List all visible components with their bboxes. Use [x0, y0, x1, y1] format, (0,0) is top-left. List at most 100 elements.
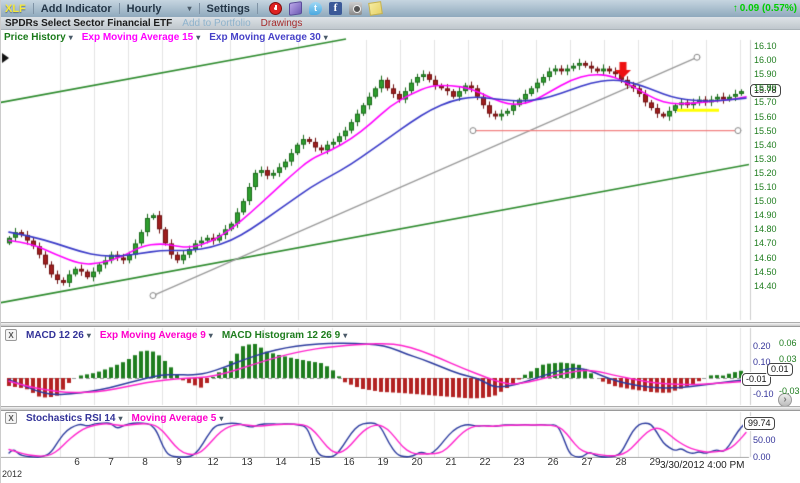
camera-snapshot-icon[interactable] — [349, 2, 362, 15]
price-change-readout: ↑ 0.09 (0.57%) — [733, 3, 797, 14]
add-indicator-button[interactable]: Add Indicator — [41, 3, 112, 15]
stoch-panel-legend: X Stochastics RSI 14 ▾ Moving Average 5 … — [5, 412, 223, 424]
macd-value-badge: -0.01 — [742, 373, 771, 386]
chevron-down-icon: ▾ — [324, 33, 328, 42]
histogram-axis-tick: 0.03 — [779, 354, 797, 364]
macd-axis-tick: 0.20 — [753, 341, 771, 351]
macd-axis-tick: 0.10 — [753, 357, 771, 367]
price-axis-tick: 14.80 — [754, 224, 777, 234]
price-axis-tick: 15.60 — [754, 112, 777, 122]
last-bar-timestamp: 3/30/2012 4:00 PM — [660, 460, 745, 471]
chevron-down-icon: ▾ — [209, 331, 213, 340]
instrument-name: SPDRs Select Sector Financial ETF — [5, 18, 172, 29]
macd-axis-tick: -0.10 — [753, 389, 774, 399]
macd-histogram-label: MACD Histogram 12 26 9 — [222, 330, 340, 341]
price-axis-tick: 14.70 — [754, 238, 777, 248]
cube-3d-icon[interactable] — [289, 1, 302, 16]
price-axis-tick: 14.40 — [754, 281, 777, 291]
top-toolbar: XLF Add Indicator Hourly ▾ Settings t f … — [1, 0, 800, 17]
macd-histogram-dropdown[interactable]: MACD Histogram 12 26 9 ▾ — [222, 330, 347, 341]
price-axis-tick: 15.10 — [754, 182, 777, 192]
price-axis-tick: 15.30 — [754, 154, 777, 164]
price-axis-tick: 14.90 — [754, 210, 777, 220]
facebook-icon[interactable]: f — [329, 2, 342, 15]
macd-label: MACD 12 26 — [26, 330, 84, 341]
chevron-down-icon: ▾ — [196, 33, 200, 42]
twitter-icon[interactable]: t — [309, 2, 322, 15]
date-axis-label: 7 — [98, 457, 124, 468]
date-axis-label: 22 — [472, 457, 498, 468]
price-axis-tick: 14.50 — [754, 267, 777, 277]
price-history-dropdown[interactable]: Price History ▾ — [4, 32, 73, 43]
histogram-axis-tick: -0.03 — [779, 386, 800, 396]
price-axis-tick: 15.50 — [754, 126, 777, 136]
alarm-clock-icon[interactable] — [269, 2, 282, 15]
up-arrow-icon: ↑ — [733, 3, 738, 14]
macd-panel-legend: X MACD 12 26 ▾ Exp Moving Average 9 ▾ MA… — [5, 329, 347, 341]
ema30-label: Exp Moving Average 30 — [209, 32, 321, 43]
date-axis-label: 15 — [302, 457, 328, 468]
chevron-down-icon: ▾ — [87, 331, 91, 340]
histogram-value-badge: 0.01 — [767, 363, 793, 376]
date-axis-label: 12 — [200, 457, 226, 468]
add-to-portfolio-link[interactable]: Add to Portfolio — [182, 18, 250, 29]
macd-close-button[interactable]: X — [5, 329, 17, 341]
date-axis-label: 14 — [268, 457, 294, 468]
stoch-close-button[interactable]: X — [5, 412, 17, 424]
price-axis-tick: 16.00 — [754, 55, 777, 65]
chevron-down-icon: ▾ — [343, 331, 347, 340]
chevron-down-icon: ▾ — [118, 414, 122, 423]
ema15-label: Exp Moving Average 15 — [82, 32, 194, 43]
macd-ema9-dropdown[interactable]: Exp Moving Average 9 ▾ — [100, 330, 213, 341]
date-axis-label: 26 — [540, 457, 566, 468]
chevron-down-icon: ▾ — [188, 4, 192, 13]
chevron-down-icon: ▾ — [219, 414, 223, 423]
date-axis-label: 8 — [132, 457, 158, 468]
chevron-down-icon: ▾ — [69, 33, 73, 42]
ema30-dropdown[interactable]: Exp Moving Average 30 ▾ — [209, 32, 328, 43]
date-axis-label: 13 — [234, 457, 260, 468]
toolbar-separator — [119, 3, 120, 14]
symbol-ticker[interactable]: XLF — [5, 3, 26, 15]
toolbar-separator — [199, 3, 200, 14]
date-axis-label: 21 — [438, 457, 464, 468]
symbol-info-bar: SPDRs Select Sector Financial ETF Add to… — [1, 17, 800, 30]
year-label: 2012 — [2, 469, 22, 479]
stoch-rsi-dropdown[interactable]: Stochastics RSI 14 ▾ — [26, 413, 123, 424]
toolbar-separator — [257, 3, 258, 14]
toolbar-separator — [33, 3, 34, 14]
histogram-axis-tick: 0.06 — [779, 338, 797, 348]
sticky-note-icon[interactable] — [368, 1, 383, 16]
date-axis-label: 27 — [574, 457, 600, 468]
date-axis-label: 16 — [336, 457, 362, 468]
drawings-menu[interactable]: Drawings — [261, 18, 303, 29]
price-axis-tick: 15.20 — [754, 168, 777, 178]
price-panel-legend: Price History ▾ Exp Moving Average 15 ▾ … — [4, 32, 328, 43]
date-axis-label: 19 — [370, 457, 396, 468]
stoch-ma-dropdown[interactable]: Moving Average 5 ▾ — [132, 413, 224, 424]
price-axis-tick: 16.10 — [754, 41, 777, 51]
settings-button[interactable]: Settings — [207, 3, 250, 15]
stoch-value-badge: 99.74 — [744, 417, 775, 430]
price-history-label: Price History — [4, 32, 66, 43]
change-value: 0.09 (0.57%) — [740, 3, 797, 14]
date-axis-label: 28 — [608, 457, 634, 468]
price-axis-tick: 15.40 — [754, 140, 777, 150]
price-axis-tick: 15.70 — [754, 97, 777, 107]
interval-label: Hourly — [127, 3, 162, 15]
toolbar-icon-group: t f — [269, 2, 382, 15]
price-chart-canvas[interactable] — [1, 30, 800, 322]
interval-dropdown[interactable]: Hourly ▾ — [127, 3, 192, 15]
price-axis-tick: 15.80 — [754, 83, 777, 93]
stoch-axis-tick: 50.00 — [753, 435, 776, 445]
macd-ema9-label: Exp Moving Average 9 — [100, 330, 206, 341]
date-axis-label: 6 — [64, 457, 90, 468]
ema15-dropdown[interactable]: Exp Moving Average 15 ▾ — [82, 32, 201, 43]
price-axis-tick: 15.90 — [754, 69, 777, 79]
price-axis-tick: 14.60 — [754, 253, 777, 263]
macd-dropdown[interactable]: MACD 12 26 ▾ — [26, 330, 91, 341]
price-axis-tick: 15.00 — [754, 196, 777, 206]
stoch-ma-label: Moving Average 5 — [132, 413, 217, 424]
date-axis-label: 20 — [404, 457, 430, 468]
stoch-axis-tick: 0.00 — [753, 452, 771, 462]
